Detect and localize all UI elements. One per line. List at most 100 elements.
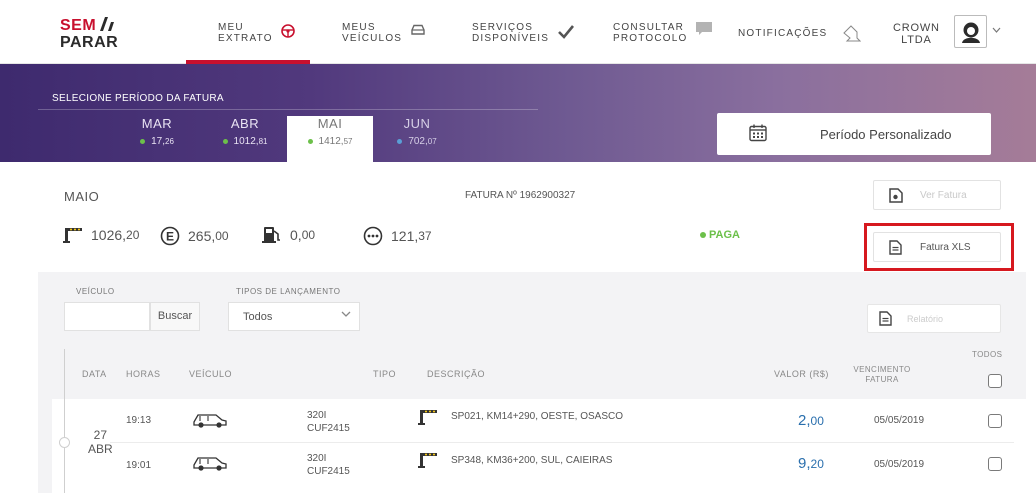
chevron-down-icon[interactable] xyxy=(992,27,1001,33)
ver-fatura-button[interactable]: Ver Fatura xyxy=(873,180,1001,210)
avatar-icon xyxy=(961,22,980,43)
nav-meus-veiculos[interactable]: MEUS VEÍCULOS xyxy=(342,22,426,62)
month-value-dec: 07 xyxy=(427,137,437,146)
veiculo-search-input[interactable] xyxy=(64,302,150,331)
veiculo-filter-label: VEÍCULO xyxy=(76,287,115,296)
bell-icon xyxy=(843,25,862,42)
month-value-int: 1012 xyxy=(233,136,256,147)
stat-toll-dec: 20 xyxy=(126,228,140,242)
payment-status-badge: PAGA xyxy=(700,229,740,241)
month-tab-jun[interactable]: JUN 702,07 xyxy=(377,116,457,162)
month-name: MAI xyxy=(317,116,343,131)
date-month: ABR xyxy=(88,442,113,456)
status-dot xyxy=(307,138,313,144)
stat-other-int: 121 xyxy=(391,228,415,244)
header-data: DATA xyxy=(82,369,107,379)
nav-label-line1: CONSULTAR xyxy=(613,22,684,33)
status-dot xyxy=(397,138,403,144)
nav-label-line2: EXTRATO xyxy=(218,33,273,44)
month-name: MAR xyxy=(141,116,173,131)
custom-period-button[interactable]: Período Personalizado xyxy=(717,113,991,155)
logo-line-2: PARAR xyxy=(60,34,119,51)
check-icon xyxy=(558,25,575,39)
nav-label-line1: NOTIFICAÇÕES xyxy=(738,28,828,39)
row-valor-dec: 20 xyxy=(810,457,824,471)
buscar-button[interactable]: Buscar xyxy=(150,302,200,331)
nav-label-line1: SERVIÇOS xyxy=(472,22,534,33)
month-tab-mai[interactable]: MAI 1412,57 xyxy=(287,116,373,162)
status-dot xyxy=(222,138,228,144)
month-value-int: 1412 xyxy=(318,136,341,147)
calendar-icon xyxy=(749,124,767,142)
logo-line-1: SEM xyxy=(60,17,97,34)
nav-notificacoes[interactable]: NOTIFICAÇÕES xyxy=(738,22,862,62)
stat-parking-dec: 00 xyxy=(215,229,229,243)
header-vencimento-line2: FATURA xyxy=(865,375,899,384)
car-icon xyxy=(193,414,227,428)
highlight-annotation xyxy=(864,223,1014,271)
company-name: CROWN LTDA xyxy=(893,22,940,46)
nav-meu-extrato[interactable]: MEU EXTRATO xyxy=(218,22,295,62)
stat-fuel-int: 0 xyxy=(290,227,298,243)
row-hora: 19:13 xyxy=(126,415,152,426)
month-name: JUN xyxy=(403,116,431,131)
header-descricao: DESCRIÇÃO xyxy=(427,369,486,379)
row-hora: 19:01 xyxy=(126,460,152,471)
select-all-checkbox[interactable] xyxy=(988,374,1002,388)
row-vencimento: 05/05/2019 xyxy=(874,415,925,426)
nav-label-line2: VEÍCULOS xyxy=(342,33,403,44)
row-placa: CUF2415 xyxy=(307,423,350,434)
row-vehicle-info: 320I CUF2415 xyxy=(307,409,350,435)
user-avatar-button[interactable] xyxy=(954,15,987,48)
header-todos: TODOS xyxy=(972,350,1003,359)
header-valor: VALOR (R$) xyxy=(774,369,829,379)
row-placa: CUF2415 xyxy=(307,466,350,477)
row-descricao: SP348, KM36+200, SUL, CAIEIRAS xyxy=(451,455,613,466)
month-tab-mar[interactable]: MAR 17,26 xyxy=(117,116,197,162)
month-tab-abr[interactable]: ABR 1012,81 xyxy=(205,116,285,162)
sem-parar-logo[interactable]: SEM PARAR xyxy=(60,17,130,55)
header-vencimento: VENCIMENTO FATURA xyxy=(852,365,912,385)
row-valor-dec: 00 xyxy=(810,414,824,428)
header-vencimento-line1: VENCIMENTO xyxy=(853,365,911,374)
month-name: ABR xyxy=(230,116,260,131)
month-value-dec: 57 xyxy=(343,137,353,146)
header-veiculo: VEÍCULO xyxy=(189,369,233,379)
stat-fuel-dec: 00 xyxy=(301,228,316,242)
more-services-icon xyxy=(363,226,383,246)
nav-servicos-disponiveis[interactable]: SERVIÇOS DISPONÍVEIS xyxy=(472,22,575,62)
row-valor-int: 9 xyxy=(798,455,807,472)
stat-other-dec: 37 xyxy=(418,229,432,243)
stat-toll-int: 1026 xyxy=(91,227,123,243)
month-value-dec: 81 xyxy=(258,137,268,146)
logo-mark-icon xyxy=(100,17,114,31)
nav-label-line1: MEU xyxy=(218,22,244,33)
tipos-lancamento-select[interactable]: Todos xyxy=(228,302,360,331)
tipos-filter-label: TIPOS DE LANÇAMENTO xyxy=(236,287,341,296)
row-checkbox[interactable] xyxy=(988,414,1002,428)
ver-fatura-label: Ver Fatura xyxy=(920,190,967,201)
row-modelo: 320I xyxy=(307,453,327,464)
custom-period-label: Período Personalizado xyxy=(820,127,952,142)
row-divider xyxy=(110,442,1014,443)
nav-label-line2: DISPONÍVEIS xyxy=(472,33,550,44)
company-line2: LTDA xyxy=(901,34,932,46)
chat-bubble-icon xyxy=(695,22,712,35)
relatorio-button[interactable]: Relatório xyxy=(867,304,1001,333)
stat-toll: 1026, 20 xyxy=(63,226,139,244)
stat-other: 121, 37 xyxy=(363,226,432,246)
document-view-icon xyxy=(889,188,903,203)
row-checkbox[interactable] xyxy=(988,457,1002,471)
stat-parking: E 265, 00 xyxy=(160,226,229,246)
company-line1: CROWN xyxy=(893,22,940,34)
steering-wheel-icon xyxy=(280,24,295,38)
row-vehicle-info: 320I CUF2415 xyxy=(307,452,350,478)
stat-fuel: 0, 00 xyxy=(262,226,315,244)
toll-icon xyxy=(418,453,437,468)
nav-consultar-protocolo[interactable]: CONSULTAR PROTOCOLO xyxy=(613,22,712,62)
nav-label-line1: MEUS xyxy=(342,22,376,33)
car-icon xyxy=(411,24,425,35)
month-value-int: 17 xyxy=(151,136,163,147)
stat-parking-int: 265 xyxy=(188,228,212,244)
row-valor-int: 2 xyxy=(798,412,807,429)
